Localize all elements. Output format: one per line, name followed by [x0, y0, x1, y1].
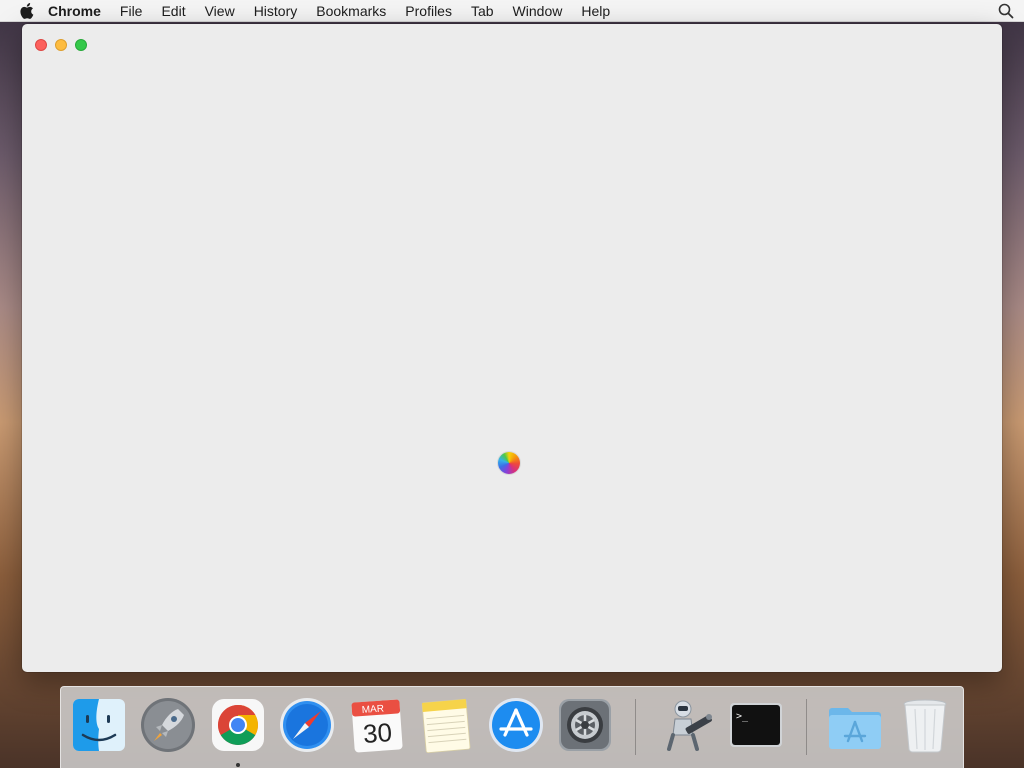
app-store-icon[interactable]	[486, 695, 546, 755]
terminal-prompt: >_	[736, 711, 749, 722]
calendar-month: MAR	[361, 703, 384, 716]
automator-icon[interactable]	[657, 695, 717, 755]
system-preferences-icon[interactable]	[555, 695, 615, 755]
safari-icon[interactable]	[277, 695, 337, 755]
chrome-window	[22, 24, 1002, 672]
trash-icon[interactable]	[895, 695, 955, 755]
menu-profiles[interactable]: Profiles	[405, 0, 452, 22]
calendar-icon[interactable]: MAR 30	[347, 695, 407, 755]
finder-icon[interactable]	[69, 695, 129, 755]
applications-folder-icon[interactable]	[825, 695, 885, 755]
chrome-icon[interactable]	[208, 695, 268, 755]
dock: MAR 30 >_	[60, 686, 964, 768]
menu-bookmarks[interactable]: Bookmarks	[316, 0, 386, 22]
menu-history[interactable]: History	[254, 0, 298, 22]
menu-tab[interactable]: Tab	[471, 0, 494, 22]
launchpad-icon[interactable]	[138, 695, 198, 755]
close-button[interactable]	[35, 39, 47, 51]
terminal-icon[interactable]: >_	[726, 695, 786, 755]
menu-window[interactable]: Window	[513, 0, 563, 22]
dock-separator	[635, 699, 636, 755]
apple-icon[interactable]	[20, 2, 34, 19]
menu-app-name[interactable]: Chrome	[48, 0, 101, 22]
running-indicator	[236, 763, 240, 767]
minimize-button[interactable]	[55, 39, 67, 51]
menu-help[interactable]: Help	[581, 0, 610, 22]
menu-bar: Chrome File Edit View History Bookmarks …	[0, 0, 1024, 22]
menu-edit[interactable]: Edit	[161, 0, 185, 22]
menu-file[interactable]: File	[120, 0, 143, 22]
calendar-day: 30	[362, 717, 393, 749]
search-icon[interactable]	[998, 3, 1014, 19]
maximize-button[interactable]	[75, 39, 87, 51]
spinning-wait-cursor-icon	[498, 452, 520, 474]
dock-separator	[806, 699, 807, 755]
notes-icon[interactable]	[416, 695, 476, 755]
menu-view[interactable]: View	[205, 0, 235, 22]
